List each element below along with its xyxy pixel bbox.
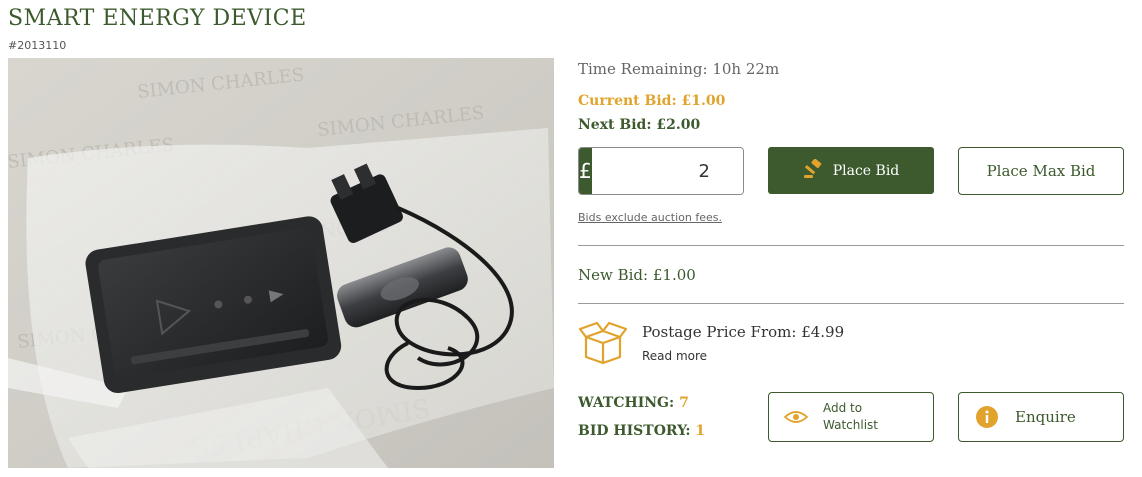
place-bid-button[interactable]: Place Bid: [768, 147, 934, 194]
bid-amount-input[interactable]: [591, 148, 743, 194]
time-remaining: Time Remaining: 10h 22m: [578, 60, 780, 78]
bid-history-label: BID HISTORY:: [578, 423, 691, 439]
read-more-link[interactable]: Read more: [642, 349, 707, 363]
gavel-icon: [803, 158, 823, 183]
place-bid-label: Place Bid: [832, 162, 900, 179]
bid-history-number: 1: [695, 423, 706, 439]
info-icon: [959, 406, 1015, 428]
enquire-label: Enquire: [1015, 408, 1076, 426]
watching-count: WATCHING: 7: [578, 395, 689, 411]
product-photo[interactable]: SIMON CHARLES SIMON CHARLES SIMON CHARLE…: [8, 58, 554, 468]
bid-fees-link[interactable]: Bids exclude auction fees.: [578, 211, 722, 224]
currency-symbol: £: [579, 148, 592, 194]
next-bid: Next Bid: £2.00: [578, 117, 701, 133]
divider: [578, 303, 1124, 304]
box-icon: [578, 321, 628, 369]
bid-amount-group: £: [578, 147, 744, 195]
new-bid: New Bid: £1.00: [578, 266, 696, 284]
watching-label: WATCHING:: [578, 395, 675, 411]
enquire-button[interactable]: Enquire: [958, 392, 1124, 442]
watching-number: 7: [679, 395, 689, 411]
place-max-bid-button[interactable]: Place Max Bid: [958, 147, 1124, 195]
lot-number: #2013110: [8, 39, 67, 52]
add-to-watchlist-button[interactable]: Add to Watchlist: [768, 392, 934, 442]
bid-history[interactable]: BID HISTORY: 1: [578, 423, 705, 439]
eye-icon: [769, 409, 823, 425]
current-bid: Current Bid: £1.00: [578, 93, 726, 109]
divider: [578, 245, 1124, 246]
postage-price: Postage Price From: £4.99: [642, 323, 845, 341]
watchlist-label: Add to Watchlist: [823, 401, 878, 432]
product-title: SMART ENERGY DEVICE: [8, 6, 307, 31]
